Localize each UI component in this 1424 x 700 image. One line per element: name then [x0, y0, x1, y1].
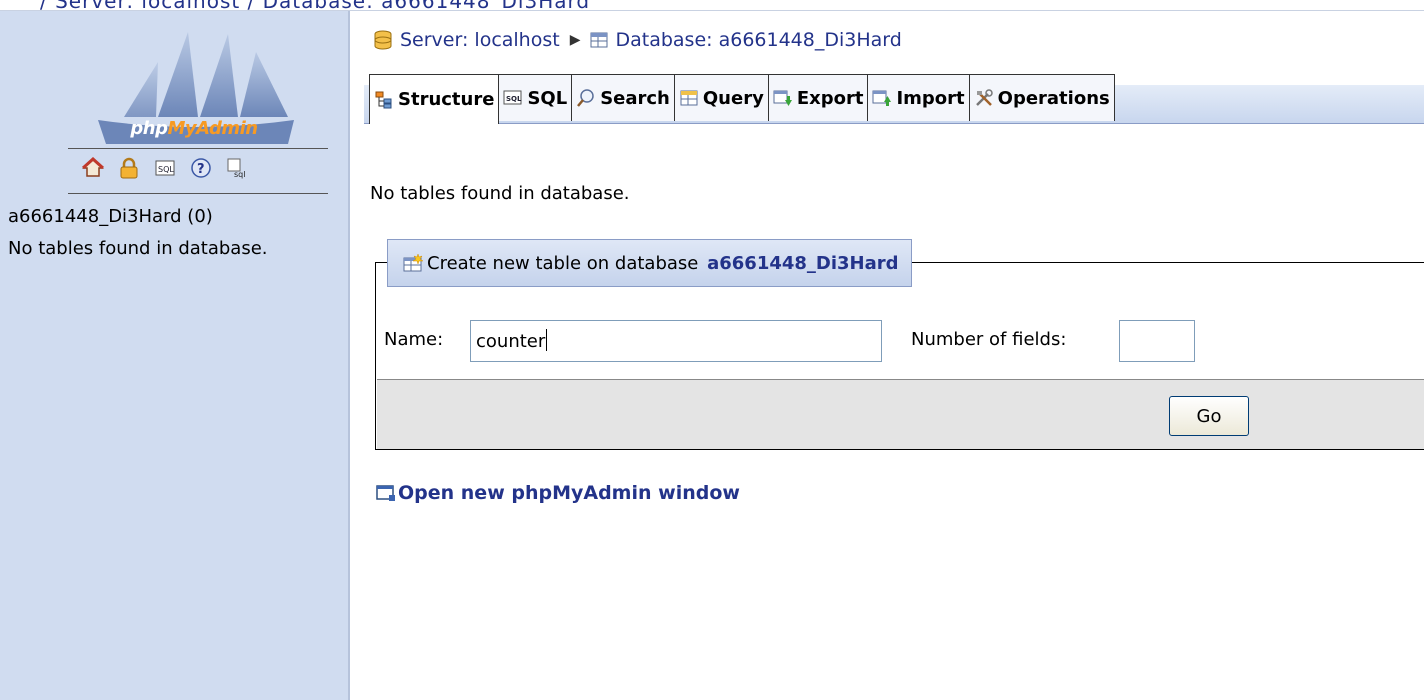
go-button[interactable]: Go [1169, 396, 1249, 436]
tab-structure[interactable]: Structure [369, 74, 500, 124]
top-clipped-strip: / Server: localhost / Database: a6661448… [0, 0, 1424, 11]
breadcrumb-server[interactable]: Server: localhost [372, 29, 560, 51]
svg-text:sql: sql [234, 170, 245, 179]
sql-icon: SQL [503, 88, 523, 108]
sql-docs-icon[interactable]: sql [226, 157, 248, 179]
home-icon[interactable] [82, 157, 104, 179]
database-icon [590, 32, 608, 48]
breadcrumb-separator-icon: ▶ [569, 32, 581, 48]
tab-label: Export [796, 87, 864, 109]
operations-icon [974, 88, 994, 108]
no-tables-message: No tables found in database. [370, 183, 630, 204]
tab-bar: Structure SQL SQL Search Query Export Im… [364, 74, 1424, 125]
tab-label: Search [600, 87, 670, 109]
legend-database-name: a6661448_Di3Hard [707, 252, 899, 274]
help-icon[interactable]: ? [190, 157, 212, 179]
phpmyadmin-logo[interactable]: phpMyAdmin [88, 22, 300, 144]
tab-label: Operations [997, 87, 1110, 109]
structure-icon [374, 90, 394, 110]
svg-text:?: ? [197, 162, 205, 177]
tab-label: Structure [398, 89, 495, 110]
frame-divider[interactable] [348, 11, 350, 700]
sidebar-no-tables-text: No tables found in database. [8, 238, 268, 259]
legend-prefix: Create new table on database [427, 252, 705, 274]
export-icon [773, 88, 793, 108]
tab-label: Import [896, 87, 965, 109]
breadcrumb-database[interactable]: Database: a6661448_Di3Hard [589, 29, 902, 51]
import-icon [872, 88, 892, 108]
open-new-window-link[interactable]: Open new phpMyAdmin window [376, 482, 740, 504]
divider [68, 193, 328, 194]
database-label[interactable]: Database: a6661448_Di3Hard [615, 29, 901, 51]
server-label[interactable]: Server: localhost [400, 29, 560, 51]
sql-query-icon[interactable]: SQL [154, 157, 176, 179]
svg-text:SQL: SQL [506, 95, 522, 103]
clipped-title: / Server: localhost / Database: a6661448… [40, 0, 590, 10]
tab-sql[interactable]: SQL SQL [498, 74, 573, 121]
query-icon [679, 88, 699, 108]
new-window-icon [376, 485, 395, 501]
number-of-fields-input[interactable] [1119, 320, 1195, 362]
new-table-icon [403, 253, 424, 272]
tab-label: SQL [527, 87, 568, 109]
divider [68, 148, 328, 149]
breadcrumb: Server: localhost ▶ Database: a6661448_D… [372, 26, 902, 54]
table-name-value: counter [476, 331, 546, 352]
logo-text: phpMyAdmin [130, 118, 258, 139]
tabs: Structure SQL SQL Search Query Export Im… [369, 74, 1115, 124]
left-icon-bar: SQL ? sql [82, 157, 248, 187]
tab-import[interactable]: Import [867, 74, 970, 121]
tab-export[interactable]: Export [767, 74, 869, 121]
fieldset-footer [377, 379, 1424, 449]
database-link[interactable]: a6661448_Di3Hard (0) [8, 206, 213, 227]
tab-label: Query [702, 87, 764, 109]
tab-query[interactable]: Query [673, 74, 769, 121]
name-label: Name: [384, 329, 444, 350]
number-of-fields-label: Number of fields: [911, 329, 1067, 350]
tab-search[interactable]: Search [571, 74, 675, 121]
server-icon [374, 30, 392, 50]
table-name-input[interactable]: counter [470, 320, 882, 362]
tab-operations[interactable]: Operations [968, 74, 1115, 121]
create-table-legend: Create new table on database a6661448_Di… [387, 239, 912, 287]
svg-text:SQL: SQL [158, 165, 174, 174]
search-icon [576, 88, 596, 108]
text-caret [546, 329, 548, 351]
lock-icon[interactable] [118, 157, 140, 179]
open-window-label[interactable]: Open new phpMyAdmin window [398, 482, 740, 504]
